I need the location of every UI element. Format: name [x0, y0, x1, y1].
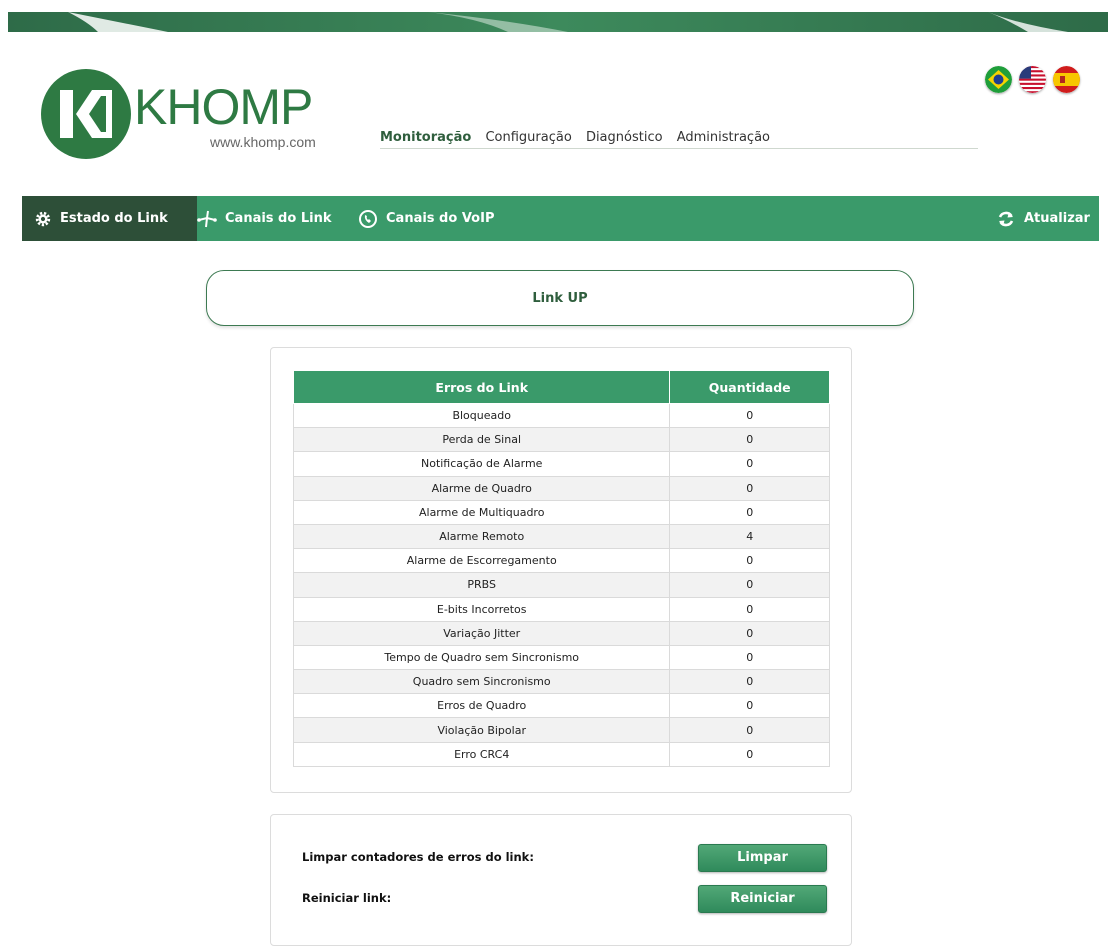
table-row: Perda de Sinal 0: [292, 427, 830, 453]
error-count: 0: [669, 693, 830, 719]
error-name: Quadro sem Sincronismo: [292, 669, 671, 695]
error-count: 0: [669, 548, 830, 574]
table-row: Alarme de Multiquadro 0: [292, 499, 830, 525]
table-header-row: Erros do Link Quantidade: [292, 370, 830, 404]
restart-link-label: Reiniciar link:: [302, 891, 392, 905]
error-count: 0: [669, 669, 830, 695]
error-name: Violação Bipolar: [292, 717, 671, 743]
table-row: Quadro sem Sincronismo 0: [292, 669, 830, 695]
column-header-quantidade: Quantidade: [669, 370, 830, 404]
gear-icon: [35, 211, 51, 226]
link-actions-panel: Limpar contadores de erros do link: Limp…: [270, 814, 852, 946]
language-selector: [985, 66, 1080, 93]
error-name: Alarme de Escorregamento: [292, 548, 671, 574]
clear-button[interactable]: Limpar: [698, 844, 827, 872]
brand-name: KHOMP: [134, 79, 313, 135]
table-row: Bloqueado 0: [292, 402, 830, 429]
error-count: 0: [669, 427, 830, 453]
error-count: 0: [669, 451, 830, 477]
error-count: 0: [669, 572, 830, 598]
refresh-label: Atualizar: [1024, 211, 1090, 226]
refresh-icon: [998, 211, 1014, 226]
error-name: Erro CRC4: [292, 741, 671, 767]
tab-canais-do-link[interactable]: Canais do Link: [197, 196, 331, 241]
table-row: Variação Jitter 0: [292, 620, 830, 646]
table-row: E-bits Incorretos 0: [292, 596, 830, 622]
tab-estado-do-link[interactable]: Estado do Link: [22, 196, 197, 241]
error-count: 0: [669, 402, 830, 429]
link-errors-panel: Erros do Link Quantidade Bloqueado 0 Perd…: [270, 347, 852, 793]
error-count: 4: [669, 523, 830, 550]
top-banner: [8, 12, 1108, 32]
error-name: Perda de Sinal: [292, 427, 671, 453]
refresh-button[interactable]: Atualizar: [996, 196, 1090, 241]
sub-nav-bar: Estado do Link Canais do Link Canais do …: [22, 196, 1099, 241]
nav-diagnostico[interactable]: Diagnóstico: [586, 130, 663, 145]
table-row: Alarme de Quadro 0: [292, 475, 830, 501]
error-name: Bloqueado: [292, 402, 671, 429]
table-row: Notificação de Alarme 0: [292, 451, 830, 477]
error-name: PRBS: [292, 572, 671, 598]
error-name: Tempo de Quadro sem Sincronismo: [292, 644, 671, 671]
error-name: Variação Jitter: [292, 620, 671, 646]
brazil-flag-icon[interactable]: [985, 66, 1012, 93]
nav-configuracao[interactable]: Configuração: [485, 130, 571, 145]
table-row: Alarme Remoto 4: [292, 523, 830, 550]
table-row: Tempo de Quadro sem Sincronismo 0: [292, 644, 830, 671]
restart-button[interactable]: Reiniciar: [698, 885, 827, 913]
tab-canais-do-voip-label: Canais do VoIP: [386, 211, 495, 226]
error-name: Alarme de Quadro: [292, 475, 671, 501]
table-row: Erro CRC4 0: [292, 741, 830, 767]
tab-canais-do-link-label: Canais do Link: [225, 211, 332, 226]
error-count: 0: [669, 620, 830, 646]
khomp-logo-icon: [41, 69, 131, 159]
error-name: Alarme Remoto: [292, 523, 671, 550]
main-nav: Monitoração Configuração Diagnóstico Adm…: [380, 130, 978, 149]
us-flag-icon[interactable]: [1019, 66, 1046, 93]
error-count: 0: [669, 741, 830, 767]
error-count: 0: [669, 596, 830, 622]
error-name: Erros de Quadro: [292, 693, 671, 719]
khomp-logo: KHOMP www.khomp.com: [40, 68, 340, 163]
brand-url: www.khomp.com: [210, 134, 316, 150]
error-name: Notificação de Alarme: [292, 451, 671, 477]
network-icon: [197, 210, 217, 227]
tab-estado-do-link-label: Estado do Link: [60, 211, 168, 226]
phone-circle-icon: [359, 209, 377, 228]
error-name: Alarme de Multiquadro: [292, 499, 671, 525]
error-count: 0: [669, 644, 830, 671]
table-row: Violação Bipolar 0: [292, 717, 830, 743]
table-row: Erros de Quadro 0: [292, 693, 830, 719]
nav-administracao[interactable]: Administração: [677, 130, 770, 145]
spain-flag-icon[interactable]: [1053, 66, 1080, 93]
table-row: Alarme de Escorregamento 0: [292, 548, 830, 574]
error-count: 0: [669, 499, 830, 525]
error-count: 0: [669, 475, 830, 501]
tab-canais-do-voip[interactable]: Canais do VoIP: [358, 196, 494, 241]
clear-counters-label: Limpar contadores de erros do link:: [302, 850, 534, 864]
error-name: E-bits Incorretos: [292, 596, 671, 622]
nav-monitoracao[interactable]: Monitoração: [380, 130, 471, 145]
error-count: 0: [669, 717, 830, 743]
link-status: Link UP: [532, 290, 588, 306]
column-header-erros: Erros do Link: [292, 370, 671, 404]
link-errors-table: Erros do Link Quantidade Bloqueado 0 Perd…: [292, 370, 830, 767]
link-status-box: Link UP: [206, 270, 914, 326]
table-row: PRBS 0: [292, 572, 830, 598]
